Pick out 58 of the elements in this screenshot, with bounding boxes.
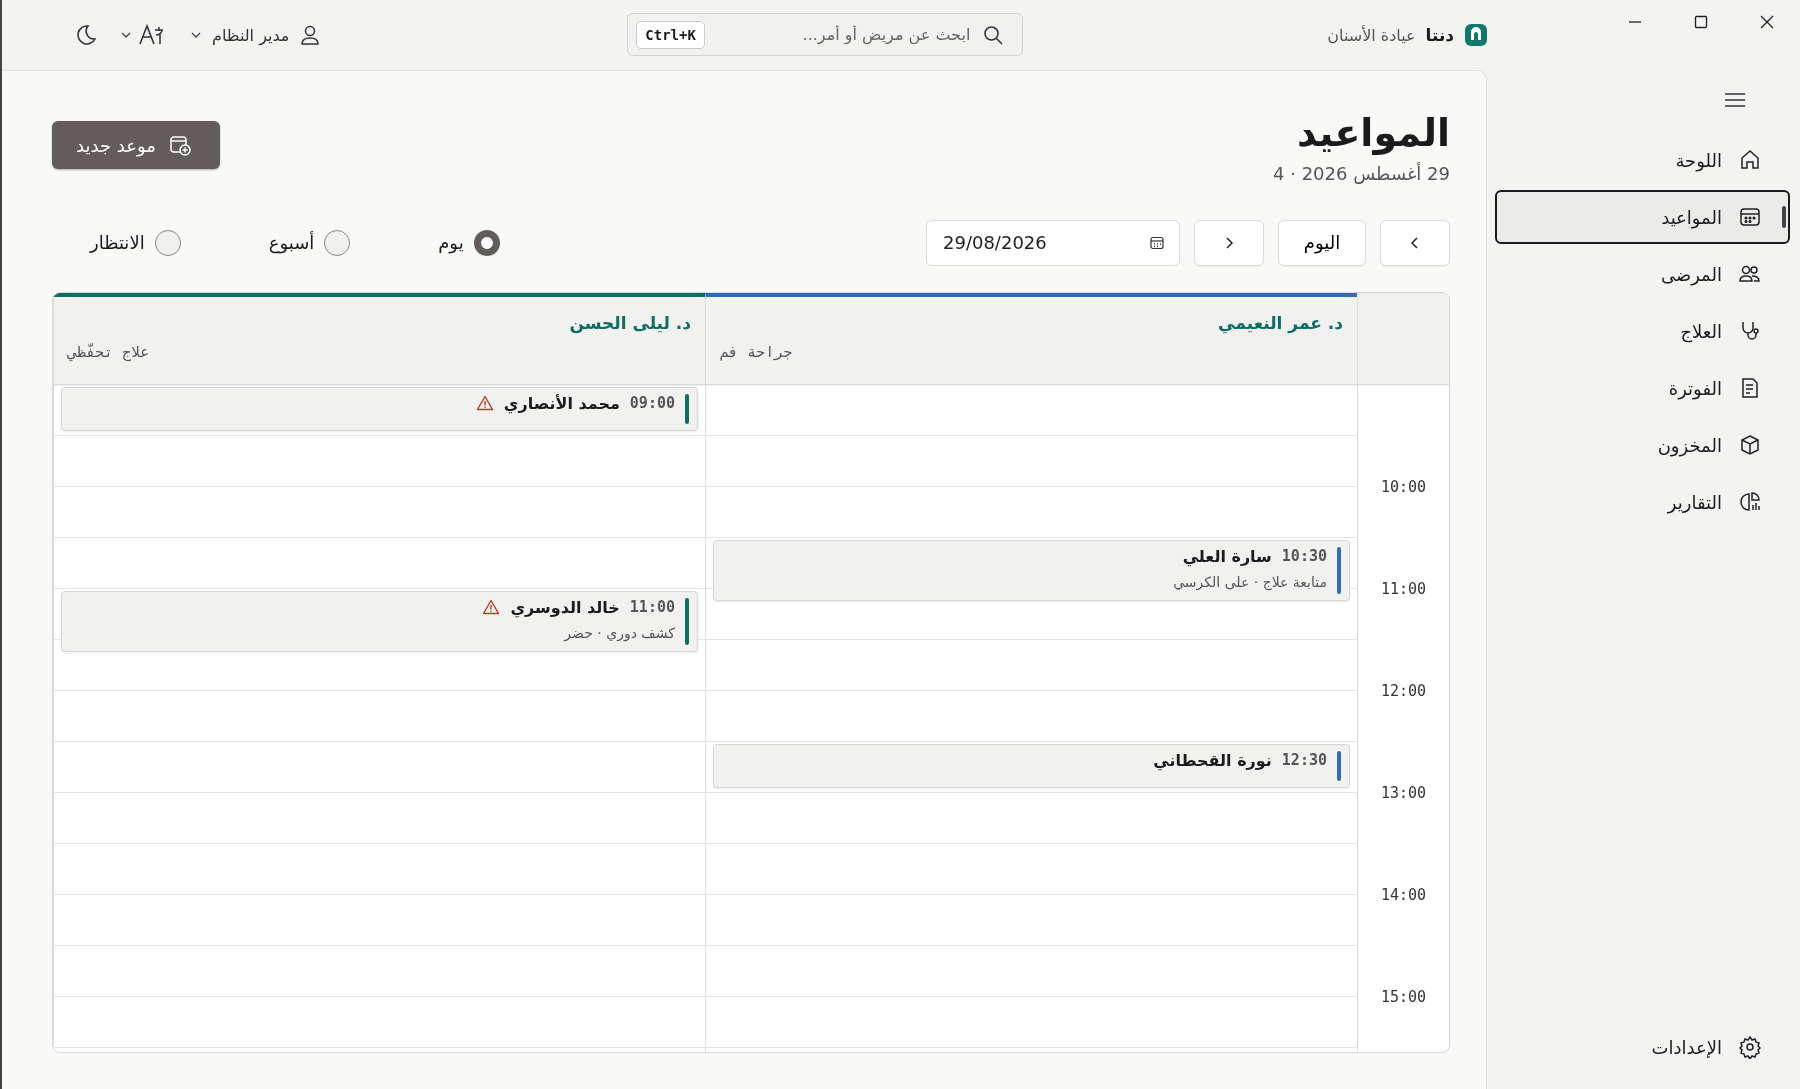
sidebar-item[interactable]: المخزون bbox=[1495, 418, 1790, 472]
menu-icon bbox=[1724, 92, 1746, 108]
view-option[interactable]: أسبوع bbox=[268, 229, 351, 256]
sidebar-item[interactable]: التقارير bbox=[1495, 475, 1790, 529]
time-label: 11:00 bbox=[1380, 579, 1427, 598]
sidebar-item[interactable]: اللوحة bbox=[1495, 133, 1790, 187]
doctor-name: د. ليلى الحسن bbox=[568, 312, 691, 333]
home-icon bbox=[1738, 148, 1762, 172]
calendar-icon bbox=[1149, 234, 1165, 251]
patient-name: خالد الدوسري bbox=[510, 597, 620, 617]
previous-button[interactable] bbox=[1380, 219, 1450, 266]
calendar-icon bbox=[1738, 205, 1762, 229]
maximize-icon bbox=[1693, 14, 1709, 30]
sidebar-item[interactable]: المرضى bbox=[1495, 247, 1790, 301]
view-option[interactable]: يوم bbox=[438, 229, 500, 256]
appointment-time: 11:00 bbox=[629, 598, 675, 617]
app-name: دنتا bbox=[1425, 25, 1454, 45]
time-label: 13:00 bbox=[1380, 783, 1427, 802]
user-icon bbox=[299, 24, 322, 46]
box-icon bbox=[1738, 433, 1762, 457]
patient-name: محمد الأنصاري bbox=[503, 393, 620, 413]
settings-icon bbox=[1738, 1035, 1762, 1059]
sidebar-item[interactable]: المواعيد bbox=[1495, 190, 1790, 244]
time-label: 10:00 bbox=[1380, 477, 1427, 496]
date-field[interactable]: 29/08/2026 bbox=[941, 231, 1139, 255]
time-label: 15:00 bbox=[1380, 987, 1427, 1006]
today-button[interactable]: اليوم bbox=[1278, 219, 1366, 266]
doctor-specialty: علاج تحفّظي bbox=[68, 342, 151, 361]
tooth-logo-icon bbox=[1464, 23, 1488, 47]
moon-icon bbox=[74, 23, 98, 47]
new-appointment-button[interactable]: موعد جديد bbox=[52, 121, 220, 169]
page-subtitle: 29 أغسطس 2026 · 4 bbox=[1273, 162, 1450, 184]
patient-name: سارة العلي bbox=[1182, 546, 1272, 566]
appointment-time: 09:00 bbox=[629, 394, 675, 413]
page-title: المواعيد bbox=[1295, 111, 1450, 157]
view-option[interactable]: الانتظار bbox=[90, 229, 181, 256]
settings-item[interactable]: الإعدادات bbox=[1495, 1020, 1790, 1074]
appointment-time: 12:30 bbox=[1281, 751, 1327, 770]
doctor-specialty: جراحة فم bbox=[720, 342, 794, 361]
app-subtitle: عيادة الأسنان bbox=[1327, 25, 1416, 45]
doctor-name: د. عمر النعيمي bbox=[1217, 312, 1343, 333]
appointment-time: 10:30 bbox=[1281, 547, 1327, 566]
close-icon bbox=[1759, 14, 1775, 30]
user-menu[interactable]: مدير النظام bbox=[188, 22, 324, 48]
time-label: 12:00 bbox=[1380, 681, 1427, 700]
shortcut-key: Ctrl+K bbox=[636, 20, 705, 49]
next-button[interactable] bbox=[1194, 219, 1264, 266]
patient-name: نورة القحطاني bbox=[1153, 750, 1272, 770]
time-label: 14:00 bbox=[1380, 885, 1427, 904]
appointment-detail: كشف دوري · حضر bbox=[562, 624, 675, 644]
date-picker[interactable]: 29/08/2026 bbox=[926, 219, 1180, 266]
calendar-add-icon bbox=[167, 133, 192, 157]
sidebar-item[interactable]: الفوترة bbox=[1495, 361, 1790, 415]
minimize-icon bbox=[1629, 21, 1641, 23]
chart-icon bbox=[1738, 490, 1762, 514]
appointment-detail: متابعة علاج · على الكرسي bbox=[1172, 573, 1327, 593]
sidebar-item[interactable]: العلاج bbox=[1495, 304, 1790, 358]
search-icon bbox=[982, 23, 1005, 46]
